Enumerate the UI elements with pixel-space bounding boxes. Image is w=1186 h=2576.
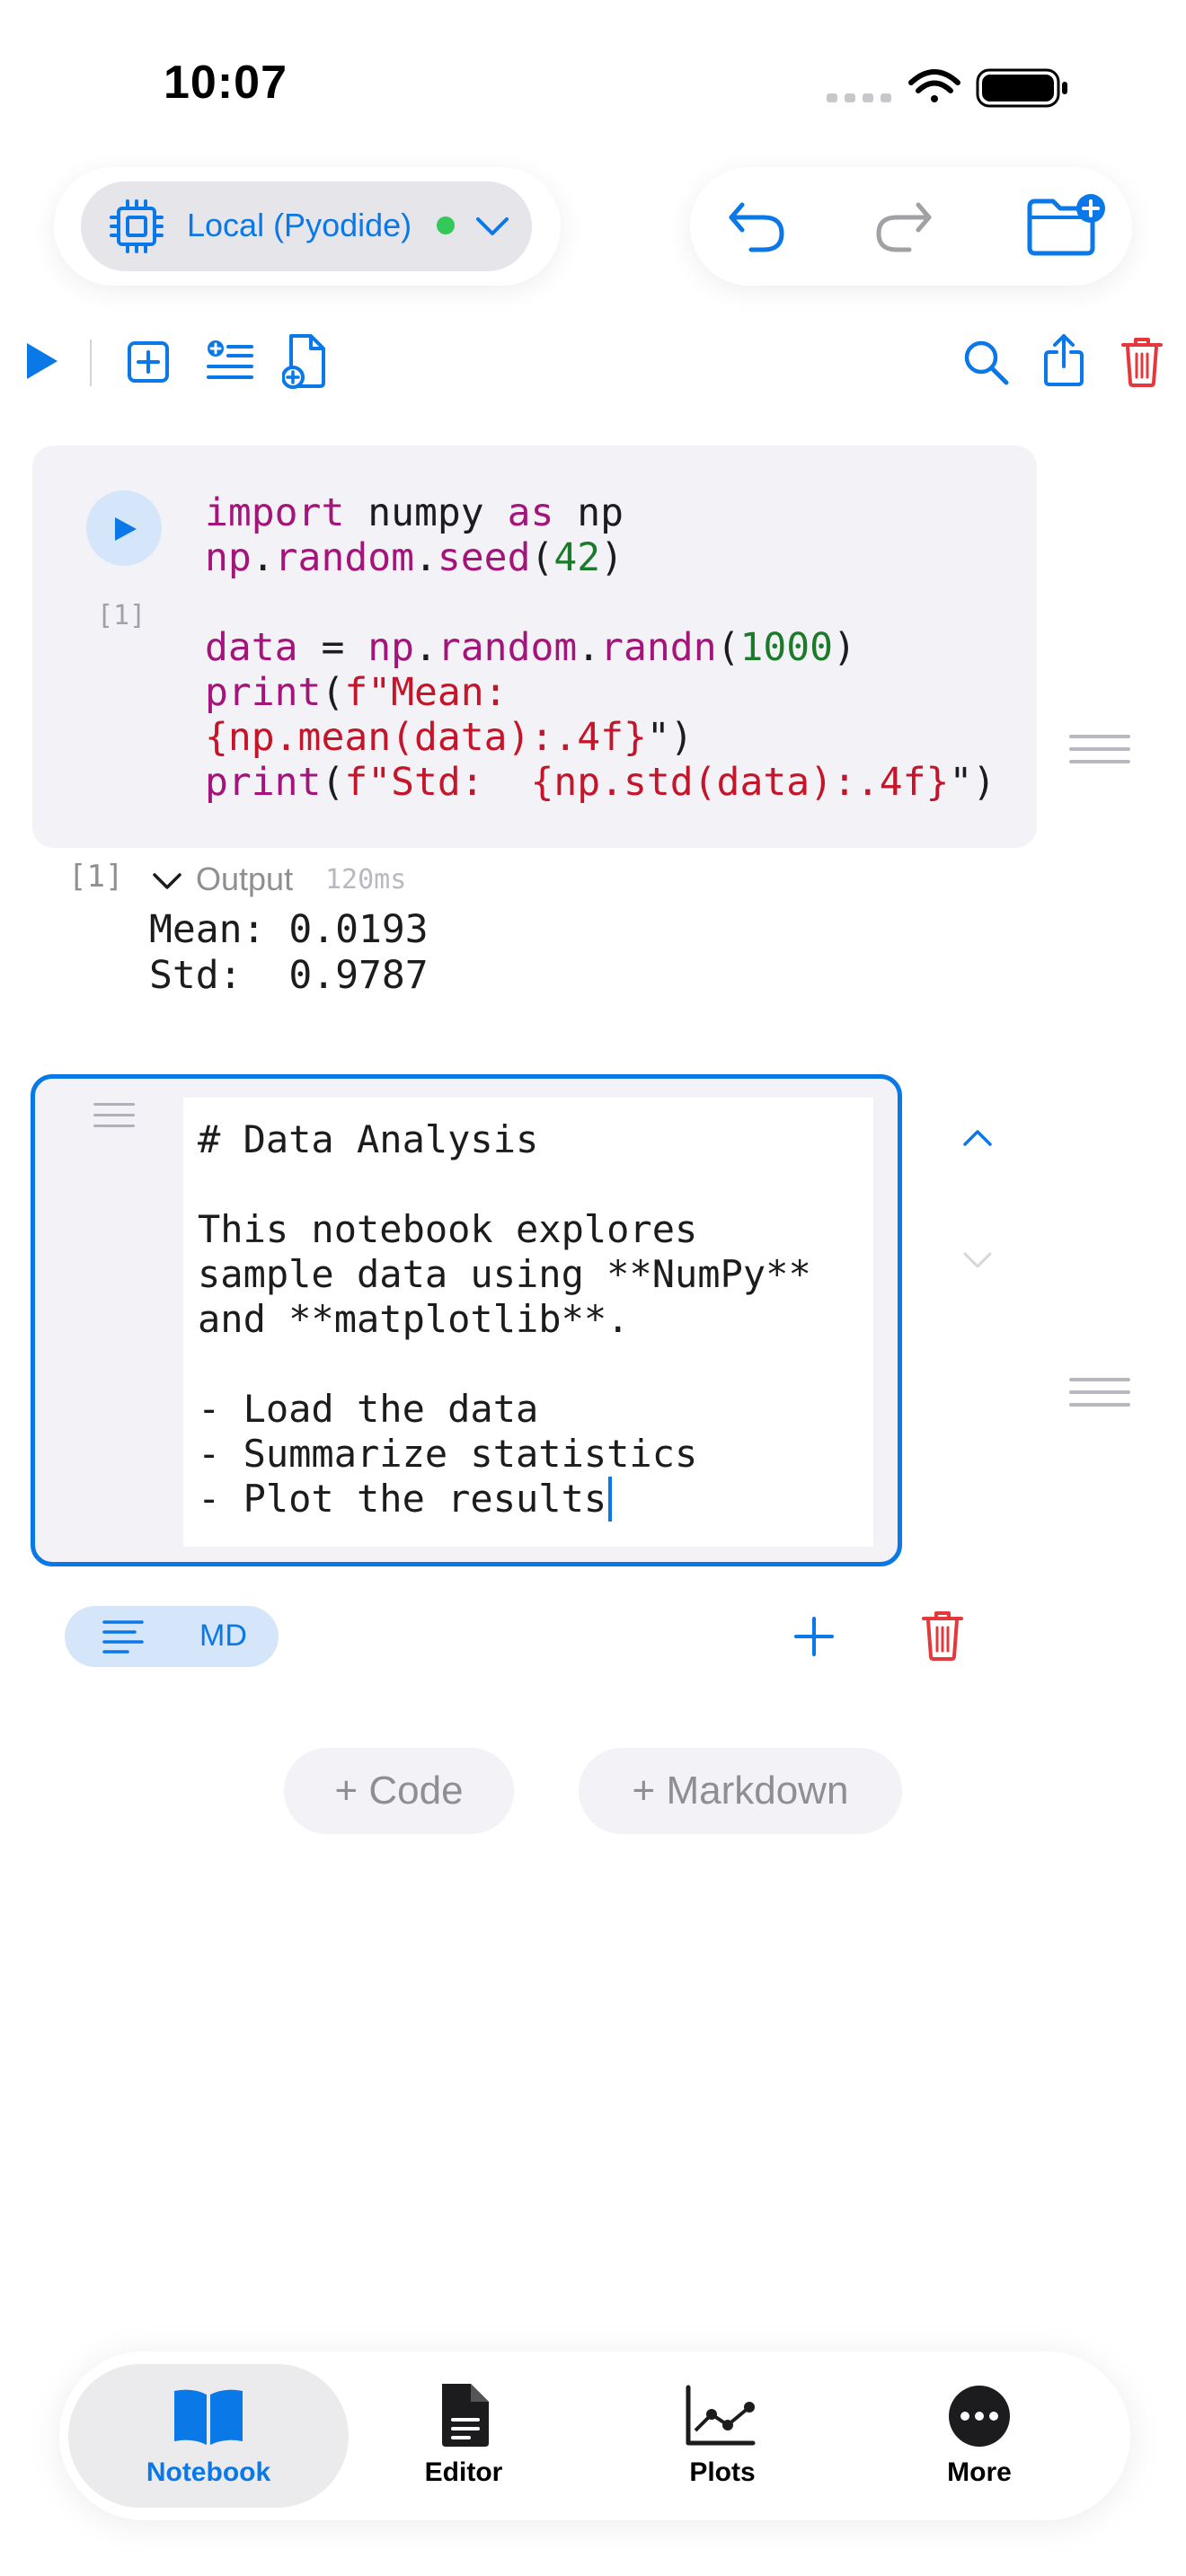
add-cell-below-icon[interactable] <box>792 1615 836 1658</box>
move-down-icon[interactable] <box>960 1248 996 1274</box>
document-icon <box>442 2384 489 2447</box>
output-duration: 120ms <box>325 864 407 895</box>
execution-count: [1] <box>97 600 146 631</box>
toolbar-separator <box>90 340 92 386</box>
add-file-icon[interactable] <box>282 332 329 390</box>
output-text: Mean: 0.0193 Std: 0.9787 <box>149 907 429 998</box>
chart-icon <box>686 2385 756 2446</box>
collapse-chevron-icon[interactable] <box>151 871 183 893</box>
text-caret <box>608 1477 613 1522</box>
book-icon <box>174 2389 243 2445</box>
trash-icon[interactable] <box>1120 334 1164 388</box>
cellular-signal-icon <box>827 93 891 102</box>
add-code-cell-button[interactable]: + Code <box>284 1748 514 1834</box>
status-icons <box>827 68 1067 108</box>
redo-icon[interactable] <box>872 194 936 259</box>
more-icon <box>949 2386 1010 2447</box>
drag-handle[interactable] <box>1069 735 1130 772</box>
play-icon <box>115 517 137 541</box>
tab-more-label: More <box>947 2457 1012 2487</box>
tab-notebook-label: Notebook <box>146 2457 271 2487</box>
delete-cell-icon[interactable] <box>920 1608 965 1662</box>
code-line: {np.mean(data):.4f}") <box>205 715 694 760</box>
run-all-icon[interactable] <box>23 340 61 383</box>
code-editor[interactable]: import numpy as np np.random.seed(42) dat… <box>205 490 996 805</box>
code-line: print(f"Std: {np.std(data):.4f}") <box>205 760 996 805</box>
cell-type-label: MD <box>199 1619 247 1653</box>
status-time: 10:07 <box>164 57 288 109</box>
output-execution-count: [1] <box>68 859 124 895</box>
markdown-source[interactable]: # Data Analysis This notebook explores s… <box>198 1117 811 1522</box>
move-up-icon[interactable] <box>960 1125 996 1150</box>
new-folder-icon[interactable] <box>1024 190 1109 262</box>
code-line: np.random.seed(42) <box>205 535 624 580</box>
add-markdown-cell-button[interactable]: + Markdown <box>579 1748 902 1834</box>
tab-editor-label: Editor <box>424 2457 503 2487</box>
output-label[interactable]: Output <box>196 860 293 898</box>
wifi-icon <box>908 69 960 102</box>
share-icon[interactable] <box>1042 332 1085 388</box>
undo-icon[interactable] <box>724 194 789 259</box>
kernel-status-indicator <box>437 216 455 234</box>
cpu-chip-icon <box>110 199 164 253</box>
text-lines-icon <box>102 1620 144 1654</box>
tab-plots-label: Plots <box>689 2457 756 2487</box>
drag-handle[interactable] <box>1069 1378 1130 1416</box>
chevron-down-icon <box>476 217 509 235</box>
markdown-cell-drag-handle[interactable] <box>93 1103 135 1135</box>
code-line: data = np.random.randn(1000) <box>205 625 856 670</box>
markdown-source-text: # Data Analysis This notebook explores s… <box>198 1117 811 1521</box>
search-icon[interactable] <box>961 338 1010 386</box>
battery-icon <box>976 68 1067 108</box>
add-markdown-list-icon[interactable] <box>205 338 255 386</box>
code-line: print(f"Mean: <box>205 670 508 715</box>
kernel-label: Local (Pyodide) <box>187 207 412 243</box>
code-line: import numpy as np <box>205 490 624 535</box>
add-cell-icon[interactable] <box>126 340 171 384</box>
